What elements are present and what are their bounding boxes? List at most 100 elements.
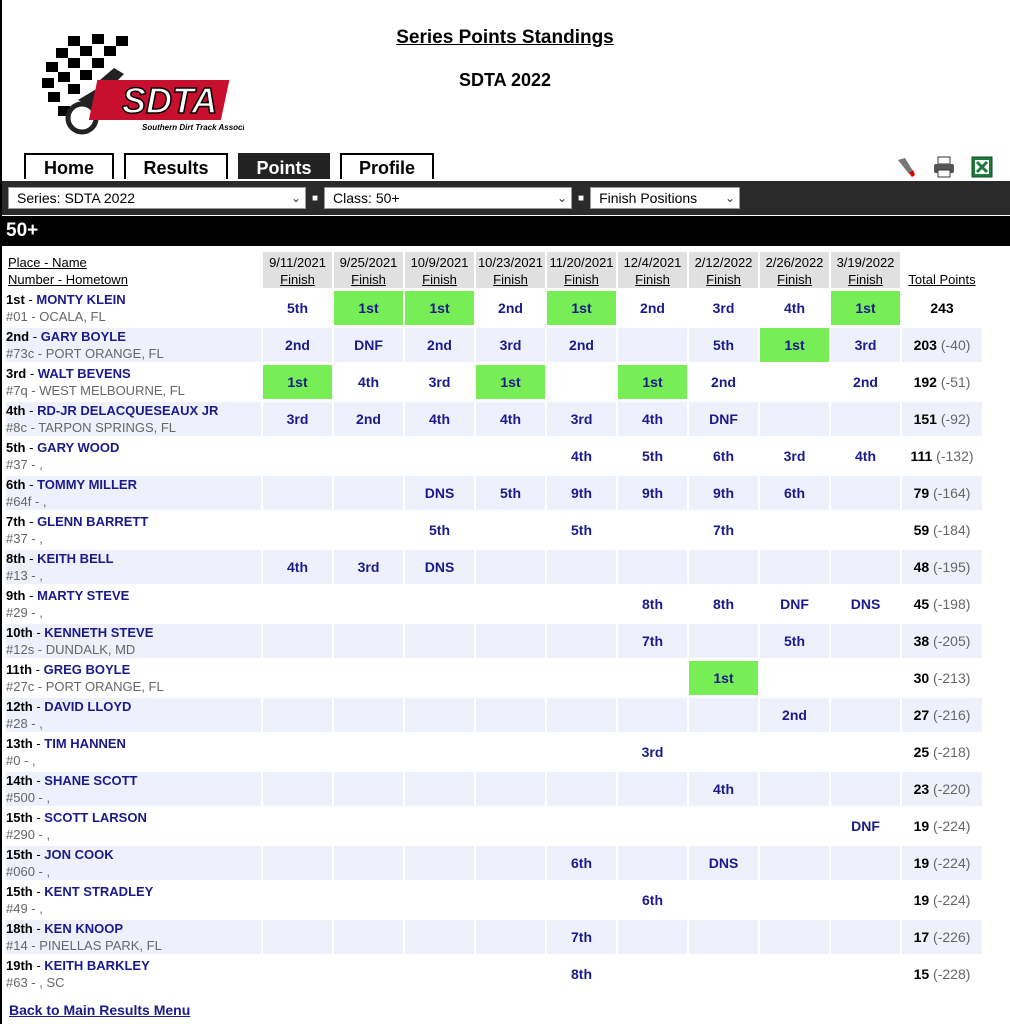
result-cell[interactable]: 2nd <box>405 328 474 362</box>
result-cell[interactable]: 2nd <box>831 365 900 399</box>
result-cell[interactable]: 6th <box>618 883 687 917</box>
result-cell[interactable]: DNF <box>760 587 829 621</box>
column-header-place[interactable]: Place - Name Number - Hometown <box>6 252 261 288</box>
result-cell[interactable]: 3rd <box>334 550 403 584</box>
result-cell[interactable]: DNS <box>831 587 900 621</box>
result-cell[interactable]: 4th <box>618 402 687 436</box>
tab-points[interactable]: Points <box>238 153 330 179</box>
column-header-date[interactable]: 9/25/2021 Finish <box>334 252 403 288</box>
rider-name-link[interactable]: GREG BOYLE <box>44 662 131 677</box>
result-cell[interactable]: DNS <box>689 846 758 880</box>
result-cell[interactable]: 4th <box>831 439 900 473</box>
result-cell[interactable]: 5th <box>405 513 474 547</box>
result-cell[interactable]: 2nd <box>547 328 616 362</box>
result-cell[interactable]: 1st <box>689 661 758 695</box>
rider-name-link[interactable]: KEITH BARKLEY <box>44 958 149 973</box>
tab-results[interactable]: Results <box>124 153 228 179</box>
result-cell[interactable]: 7th <box>618 624 687 658</box>
result-cell[interactable]: 1st <box>476 365 545 399</box>
result-cell[interactable]: 3rd <box>760 439 829 473</box>
result-cell[interactable]: 7th <box>689 513 758 547</box>
column-header-date[interactable]: 10/23/2021 Finish <box>476 252 545 288</box>
result-cell[interactable]: 6th <box>689 439 758 473</box>
result-cell[interactable]: 4th <box>263 550 332 584</box>
result-cell[interactable]: 3rd <box>263 402 332 436</box>
column-header-total[interactable]: Total Points <box>902 252 982 288</box>
result-cell[interactable]: 2nd <box>476 291 545 325</box>
result-cell[interactable]: 3rd <box>405 365 474 399</box>
result-cell[interactable]: 2nd <box>618 291 687 325</box>
result-cell[interactable]: 1st <box>334 291 403 325</box>
rider-name-link[interactable]: GLENN BARRETT <box>37 514 148 529</box>
result-cell[interactable]: 9th <box>689 476 758 510</box>
result-cell[interactable]: 4th <box>334 365 403 399</box>
result-cell[interactable]: DNF <box>689 402 758 436</box>
result-cell[interactable]: 9th <box>618 476 687 510</box>
result-cell[interactable]: 2nd <box>263 328 332 362</box>
result-cell[interactable]: 9th <box>547 476 616 510</box>
rider-name-link[interactable]: KEN KNOOP <box>44 921 123 936</box>
result-cell[interactable]: 5th <box>618 439 687 473</box>
column-header-date[interactable]: 9/11/2021 Finish <box>263 252 332 288</box>
result-cell[interactable]: 5th <box>689 328 758 362</box>
rider-name-link[interactable]: KENNETH STEVE <box>44 625 153 640</box>
rider-name-link[interactable]: SHANE SCOTT <box>44 773 137 788</box>
result-cell[interactable]: 4th <box>760 291 829 325</box>
rider-name-link[interactable]: GARY WOOD <box>37 440 119 455</box>
result-cell[interactable]: 5th <box>760 624 829 658</box>
rider-name-link[interactable]: MARTY STEVE <box>37 588 129 603</box>
result-cell[interactable]: 5th <box>547 513 616 547</box>
result-cell[interactable]: 4th <box>405 402 474 436</box>
column-header-date[interactable]: 11/20/2021 Finish <box>547 252 616 288</box>
result-cell[interactable]: DNF <box>831 809 900 843</box>
result-cell[interactable]: 1st <box>547 291 616 325</box>
result-cell[interactable]: 8th <box>618 587 687 621</box>
rider-name-link[interactable]: TIM HANNEN <box>44 736 126 751</box>
rider-name-link[interactable]: KEITH BELL <box>37 551 114 566</box>
class-select[interactable]: Class: 50+ ⌄ <box>324 187 573 209</box>
rider-name-link[interactable]: JON COOK <box>44 847 113 862</box>
tab-profile[interactable]: Profile <box>340 153 434 179</box>
result-cell[interactable]: 4th <box>476 402 545 436</box>
result-cell[interactable]: 6th <box>547 846 616 880</box>
result-cell[interactable]: 1st <box>405 291 474 325</box>
result-cell[interactable]: 5th <box>476 476 545 510</box>
result-cell[interactable]: 1st <box>831 291 900 325</box>
rider-name-link[interactable]: TOMMY MILLER <box>37 477 137 492</box>
result-cell[interactable]: DNS <box>405 550 474 584</box>
rider-name-link[interactable]: SCOTT LARSON <box>44 810 147 825</box>
view-select[interactable]: Finish Positions ⌄ <box>590 187 741 209</box>
printer-icon[interactable] <box>932 155 956 179</box>
tab-home[interactable]: Home <box>24 153 114 179</box>
rider-name-link[interactable]: WALT BEVENS <box>38 366 131 381</box>
result-cell[interactable]: 4th <box>547 439 616 473</box>
result-cell[interactable]: 1st <box>760 328 829 362</box>
rider-name-link[interactable]: GARY BOYLE <box>41 329 126 344</box>
result-cell[interactable]: 8th <box>547 957 616 991</box>
column-header-date[interactable]: 12/4/2021 Finish <box>618 252 687 288</box>
result-cell[interactable]: 1st <box>263 365 332 399</box>
column-header-date[interactable]: 2/12/2022 Finish <box>689 252 758 288</box>
result-cell[interactable]: 6th <box>760 476 829 510</box>
result-cell[interactable]: 2nd <box>334 402 403 436</box>
result-cell[interactable]: 3rd <box>831 328 900 362</box>
rider-name-link[interactable]: MONTY KLEIN <box>36 292 125 307</box>
column-header-date[interactable]: 2/26/2022 Finish <box>760 252 829 288</box>
result-cell[interactable]: 3rd <box>476 328 545 362</box>
flashlight-icon[interactable] <box>894 155 918 179</box>
rider-name-link[interactable]: RD-JR DELACQUESEAUX JR <box>37 403 218 418</box>
excel-icon[interactable] <box>970 155 994 179</box>
result-cell[interactable]: 2nd <box>689 365 758 399</box>
result-cell[interactable]: 2nd <box>760 698 829 732</box>
rider-name-link[interactable]: KENT STRADLEY <box>44 884 153 899</box>
column-header-date[interactable]: 10/9/2021 Finish <box>405 252 474 288</box>
series-select[interactable]: Series: SDTA 2022 ⌄ <box>8 187 306 209</box>
result-cell[interactable]: DNF <box>334 328 403 362</box>
result-cell[interactable]: 3rd <box>689 291 758 325</box>
result-cell[interactable]: 7th <box>547 920 616 954</box>
result-cell[interactable]: DNS <box>405 476 474 510</box>
rider-name-link[interactable]: DAVID LLOYD <box>44 699 131 714</box>
back-to-menu-link[interactable]: Back to Main Results Menu <box>9 1002 190 1018</box>
result-cell[interactable]: 4th <box>689 772 758 806</box>
result-cell[interactable]: 5th <box>263 291 332 325</box>
